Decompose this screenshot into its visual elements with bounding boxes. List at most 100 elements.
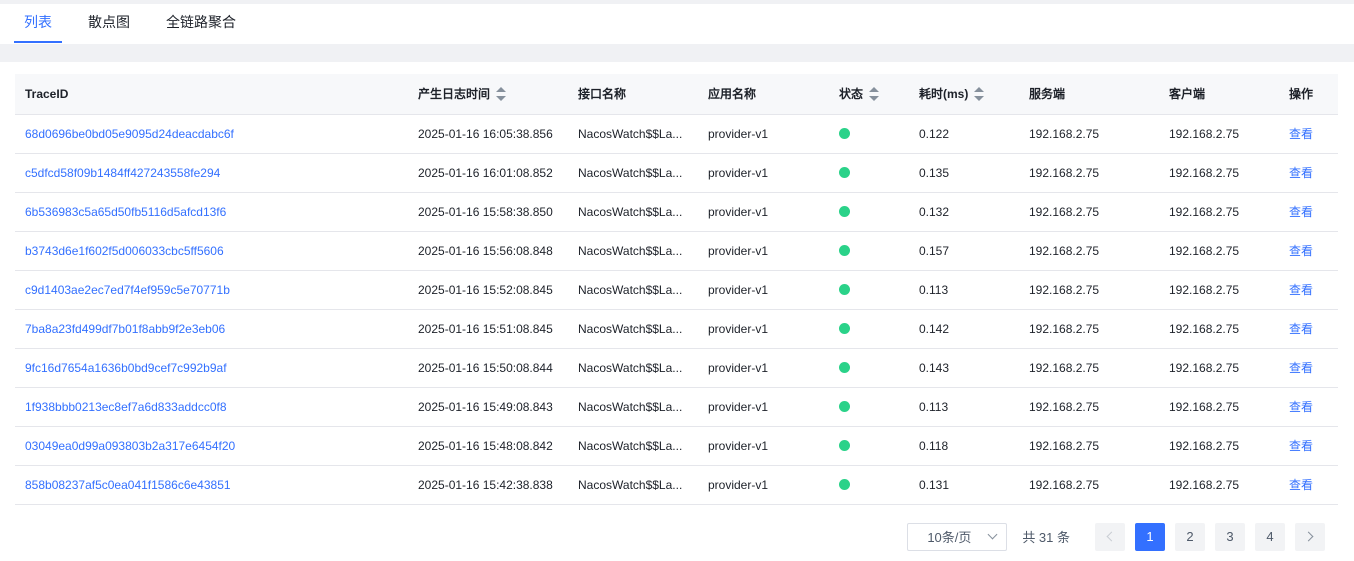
view-link[interactable]: 查看 xyxy=(1279,309,1338,349)
client-cell: 192.168.2.75 xyxy=(1159,426,1279,466)
col-log-time[interactable]: 产生日志时间 xyxy=(408,74,568,115)
view-link[interactable]: 查看 xyxy=(1279,114,1338,154)
server-cell: 192.168.2.75 xyxy=(1019,153,1159,193)
table-row: 03049ea0d99a093803b2a317e6454f20 2025-01-… xyxy=(15,426,1338,466)
trace-list-panel: TraceID 产生日志时间 接口名称 应用名称 状态 耗时(ms) 服务端 客… xyxy=(0,62,1354,551)
pagination: 10条/页 共 31 条 1 2 3 4 xyxy=(15,522,1339,551)
table-row: 1f938bbb0213ec8ef7a6d833addcc0f8 2025-01-… xyxy=(15,387,1338,427)
server-cell: 192.168.2.75 xyxy=(1019,114,1159,154)
log-time-cell: 2025-01-16 16:01:08.852 xyxy=(408,153,568,193)
server-cell: 192.168.2.75 xyxy=(1019,465,1159,505)
log-time-cell: 2025-01-16 15:48:08.842 xyxy=(408,426,568,466)
server-cell: 192.168.2.75 xyxy=(1019,309,1159,349)
cost-cell: 0.131 xyxy=(909,465,1019,505)
server-cell: 192.168.2.75 xyxy=(1019,426,1159,466)
table-body: 68d0696be0bd05e9095d24deacdabc6f 2025-01-… xyxy=(15,114,1338,505)
page-button-3[interactable]: 3 xyxy=(1215,522,1245,551)
tab-list[interactable]: 列表 xyxy=(14,4,62,43)
view-link[interactable]: 查看 xyxy=(1279,231,1338,271)
col-cost[interactable]: 耗时(ms) xyxy=(909,74,1019,115)
cost-cell: 0.113 xyxy=(909,387,1019,427)
trace-id-link[interactable]: 1f938bbb0213ec8ef7a6d833addcc0f8 xyxy=(15,387,408,427)
view-link[interactable]: 查看 xyxy=(1279,348,1338,388)
trace-id-link[interactable]: 03049ea0d99a093803b2a317e6454f20 xyxy=(15,426,408,466)
page-button-1[interactable]: 1 xyxy=(1135,522,1165,551)
view-link[interactable]: 查看 xyxy=(1279,465,1338,505)
trace-table: TraceID 产生日志时间 接口名称 应用名称 状态 耗时(ms) 服务端 客… xyxy=(15,74,1338,505)
client-cell: 192.168.2.75 xyxy=(1159,348,1279,388)
table-row: b3743d6e1f602f5d006033cbc5ff5606 2025-01-… xyxy=(15,231,1338,271)
status-success-icon xyxy=(839,244,850,256)
view-link[interactable]: 查看 xyxy=(1279,270,1338,310)
tab-full-trace-aggregation[interactable]: 全链路聚合 xyxy=(156,4,246,43)
app-name-cell: provider-v1 xyxy=(698,192,829,232)
view-tabs: 列表 散点图 全链路聚合 xyxy=(0,4,1354,44)
app-name-cell: provider-v1 xyxy=(698,348,829,388)
cost-cell: 0.157 xyxy=(909,231,1019,271)
sort-icon[interactable] xyxy=(496,87,507,102)
api-name-cell: NacosWatch$$La... xyxy=(568,309,698,349)
col-status[interactable]: 状态 xyxy=(829,74,909,115)
api-name-cell: NacosWatch$$La... xyxy=(568,348,698,388)
cost-cell: 0.118 xyxy=(909,426,1019,466)
status-success-icon xyxy=(839,127,850,139)
server-cell: 192.168.2.75 xyxy=(1019,270,1159,310)
status-success-icon xyxy=(839,166,850,178)
cost-cell: 0.143 xyxy=(909,348,1019,388)
page-size-value: 10条/页 xyxy=(927,530,972,545)
server-cell: 192.168.2.75 xyxy=(1019,387,1159,427)
status-cell xyxy=(829,231,909,271)
status-cell xyxy=(829,153,909,193)
table-row: c9d1403ae2ec7ed7f4ef959c5e70771b 2025-01-… xyxy=(15,270,1338,310)
status-success-icon xyxy=(839,400,850,412)
api-name-cell: NacosWatch$$La... xyxy=(568,153,698,193)
col-api-name: 接口名称 xyxy=(568,74,698,115)
view-link[interactable]: 查看 xyxy=(1279,192,1338,232)
view-link[interactable]: 查看 xyxy=(1279,426,1338,466)
cost-cell: 0.135 xyxy=(909,153,1019,193)
app-name-cell: provider-v1 xyxy=(698,153,829,193)
page-button-4[interactable]: 4 xyxy=(1255,522,1285,551)
trace-id-link[interactable]: b3743d6e1f602f5d006033cbc5ff5606 xyxy=(15,231,408,271)
api-name-cell: NacosWatch$$La... xyxy=(568,114,698,154)
sort-icon[interactable] xyxy=(869,87,880,102)
page-button-2[interactable]: 2 xyxy=(1175,522,1205,551)
api-name-cell: NacosWatch$$La... xyxy=(568,426,698,466)
status-cell xyxy=(829,309,909,349)
cost-cell: 0.142 xyxy=(909,309,1019,349)
prev-page-button[interactable] xyxy=(1095,522,1125,551)
status-success-icon xyxy=(839,205,850,217)
trace-id-link[interactable]: 7ba8a23fd499df7b01f8abb9f2e3eb06 xyxy=(15,309,408,349)
cost-cell: 0.122 xyxy=(909,114,1019,154)
client-cell: 192.168.2.75 xyxy=(1159,231,1279,271)
chevron-down-icon xyxy=(987,529,998,540)
client-cell: 192.168.2.75 xyxy=(1159,114,1279,154)
trace-id-link[interactable]: 9fc16d7654a1636b0bd9cef7c992b9af xyxy=(15,348,408,388)
trace-id-link[interactable]: c9d1403ae2ec7ed7f4ef959c5e70771b xyxy=(15,270,408,310)
status-cell xyxy=(829,348,909,388)
client-cell: 192.168.2.75 xyxy=(1159,465,1279,505)
status-success-icon xyxy=(839,439,850,451)
status-cell xyxy=(829,426,909,466)
log-time-cell: 2025-01-16 15:49:08.843 xyxy=(408,387,568,427)
page-size-select[interactable]: 10条/页 xyxy=(907,522,1008,551)
tab-scatter[interactable]: 散点图 xyxy=(78,4,140,43)
log-time-cell: 2025-01-16 15:52:08.845 xyxy=(408,270,568,310)
next-page-button[interactable] xyxy=(1295,522,1325,551)
trace-id-link[interactable]: 68d0696be0bd05e9095d24deacdabc6f xyxy=(15,114,408,154)
api-name-cell: NacosWatch$$La... xyxy=(568,192,698,232)
chevron-right-icon xyxy=(1303,531,1314,542)
server-cell: 192.168.2.75 xyxy=(1019,348,1159,388)
sort-icon[interactable] xyxy=(974,87,985,102)
view-link[interactable]: 查看 xyxy=(1279,153,1338,193)
table-row: 6b536983c5a65d50fb5116d5afcd13f6 2025-01-… xyxy=(15,192,1338,232)
view-link[interactable]: 查看 xyxy=(1279,387,1338,427)
col-client: 客户端 xyxy=(1159,74,1279,115)
trace-id-link[interactable]: c5dfcd58f09b1484ff427243558fe294 xyxy=(15,153,408,193)
app-name-cell: provider-v1 xyxy=(698,231,829,271)
col-action: 操作 xyxy=(1279,74,1338,115)
status-success-icon xyxy=(839,322,850,334)
trace-id-link[interactable]: 858b08237af5c0ea041f1586c6e43851 xyxy=(15,465,408,505)
trace-id-link[interactable]: 6b536983c5a65d50fb5116d5afcd13f6 xyxy=(15,192,408,232)
status-cell xyxy=(829,387,909,427)
